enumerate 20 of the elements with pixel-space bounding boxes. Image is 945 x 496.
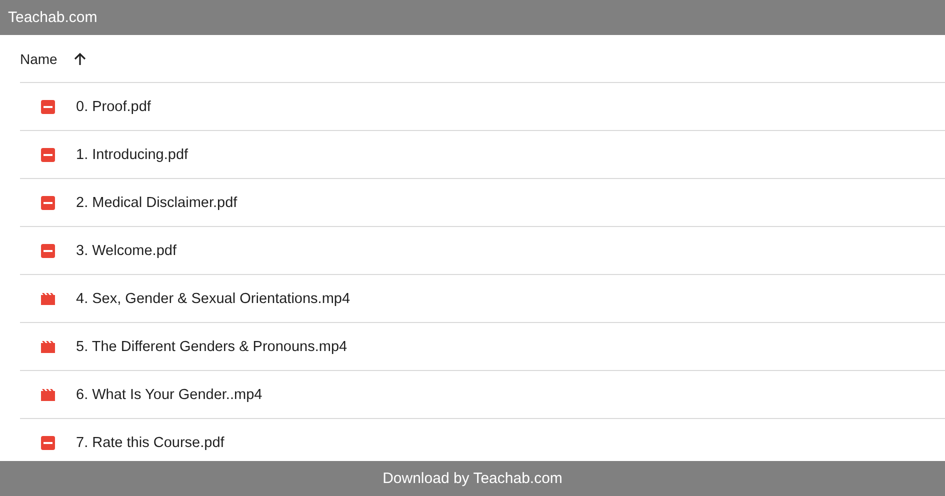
sort-arrow-icon[interactable] (72, 50, 88, 66)
file-name[interactable]: 6. What Is Your Gender..mp4 (76, 386, 262, 402)
file-name[interactable]: 7. Rate this Course.pdf (76, 434, 224, 450)
film-icon (40, 338, 56, 354)
file-name[interactable]: 2. Medical Disclaimer.pdf (76, 194, 238, 210)
pdf-file-icon (40, 98, 56, 114)
film-icon (40, 386, 56, 402)
footer-text: Download by Teachab.com (382, 470, 562, 487)
pdf-file-icon (40, 434, 56, 450)
pdf-file-icon (40, 242, 56, 258)
file-name[interactable]: 3. Welcome.pdf (76, 242, 176, 258)
column-header[interactable]: Name (20, 50, 58, 66)
pdf-file-icon (40, 194, 56, 210)
file-name[interactable]: 0. Proof.pdf (76, 98, 151, 114)
file-name[interactable]: 5. The Different Genders & Pronouns.mp4 (76, 338, 348, 354)
site-title: Teachab.com (8, 9, 98, 26)
pdf-file-icon (40, 146, 56, 162)
film-icon (40, 290, 56, 306)
file-name[interactable]: 1. Introducing.pdf (76, 146, 188, 162)
file-name[interactable]: 4. Sex, Gender & Sexual Orientations.mp4 (76, 290, 350, 306)
